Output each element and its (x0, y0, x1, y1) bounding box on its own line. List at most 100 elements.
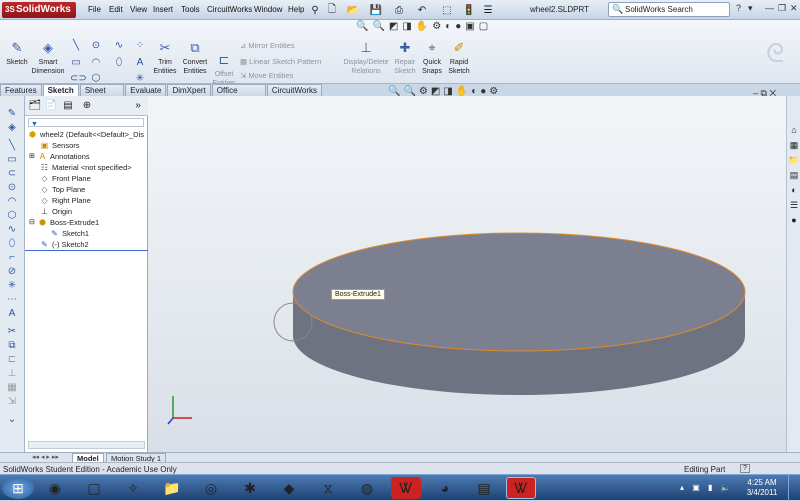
polygon-tool-icon[interactable]: ⬡ (4, 210, 20, 222)
point-tool-icon[interactable]: ✳ (4, 280, 20, 292)
design-library-icon[interactable]: ▦ (788, 139, 800, 151)
minimize-icon[interactable]: — (765, 3, 774, 13)
show-desktop-button[interactable] (788, 475, 800, 501)
tab-sheet-metal[interactable]: Sheet Metal (79, 84, 125, 104)
line-icon[interactable]: ╲ (70, 40, 82, 51)
tree-item-sensors[interactable]: ▣ Sensors (39, 140, 80, 151)
dimension-tool-icon[interactable]: ◈ (4, 122, 20, 134)
resources-icon[interactable]: ⌂ (788, 124, 800, 136)
trim-tool-icon[interactable]: ✂ (4, 326, 20, 338)
tree-item-right-plane[interactable]: ◇ Right Plane (39, 195, 90, 206)
help-dropdown-icon[interactable]: ▾ (748, 3, 753, 14)
options-icon[interactable]: ☰ (481, 3, 495, 17)
move-entities-button[interactable]: ⇲ Move Entities (240, 71, 293, 80)
tree-item-sketch1[interactable]: ✎ Sketch1 (49, 228, 89, 239)
firefox-taskbar-icon[interactable]: ◕ (430, 477, 460, 499)
menu-insert[interactable]: Insert (153, 5, 173, 14)
tree-item-material[interactable]: ☷ Material <not specified> (39, 162, 132, 173)
expand-icon[interactable]: ⊞ (29, 151, 37, 162)
file-explorer-icon[interactable]: 📁 (788, 154, 800, 166)
configuration-manager-tab-icon[interactable]: ▤ (61, 99, 75, 113)
start-button-icon[interactable]: ⊞ (2, 477, 34, 499)
text-tool-icon[interactable]: A (4, 308, 20, 320)
quick-snaps-button[interactable]: ⌖ Quick Snaps (420, 40, 444, 76)
rectangle-icon[interactable]: ▭ (70, 57, 82, 68)
pin-icon[interactable]: ⚲ (308, 3, 322, 17)
repair-sketch-button[interactable]: ✚ Repair Sketch (392, 40, 418, 76)
convert-tool-icon[interactable]: ⧉ (4, 340, 20, 352)
tab-features[interactable]: Features (0, 84, 42, 96)
tree-item-annotations[interactable]: ⊞ A Annotations (29, 151, 90, 162)
ellipse-icon[interactable]: ⬯ (113, 57, 125, 68)
view-palette-icon[interactable]: ▤ (788, 169, 800, 181)
tray-icons[interactable]: ▴ ▣ ▮ 🔈 (680, 483, 734, 492)
expand-toolbar-icon[interactable]: ⌄ (4, 414, 20, 426)
tree-item-top-plane[interactable]: ◇ Top Plane (39, 184, 85, 195)
collapse-icon[interactable]: ⊟ (29, 217, 37, 228)
app-red-taskbar-icon[interactable]: ✱ (235, 477, 265, 499)
save-icon[interactable]: 💾 (369, 3, 383, 17)
linear-sketch-pattern-button[interactable]: ▦ Linear Sketch Pattern (240, 57, 321, 66)
spline-icon[interactable]: ∿ (113, 40, 125, 51)
tree-item-boss-extrude[interactable]: ⊟ ⬢ Boss-Extrude1 (29, 217, 99, 228)
restore-icon[interactable]: ❐ (778, 3, 786, 14)
menu-tools[interactable]: Tools (181, 5, 200, 14)
line-tool-icon[interactable]: ╲ (4, 140, 20, 152)
mirror-entities-button[interactable]: ⊿ Mirror Entities (240, 41, 295, 50)
print-icon[interactable]: ⎙ (392, 3, 406, 17)
part-model[interactable] (148, 96, 786, 452)
tree-filter-input[interactable]: ▼ (28, 118, 144, 128)
solidworks-logo[interactable]: 3S SolidWorks (2, 2, 76, 18)
slot-icon[interactable]: ⊂⊃ (70, 73, 87, 84)
point-icon[interactable]: ✳ (134, 73, 146, 84)
centerline-tool-icon[interactable]: ⋯ (4, 294, 20, 306)
rebuild-icon[interactable]: 🚦 (462, 3, 476, 17)
display-delete-relations-button[interactable]: ⊥ Display/Delete Relations (343, 40, 388, 76)
appearances-icon[interactable]: ◐ (788, 184, 800, 196)
app-lens-taskbar-icon[interactable]: ◍ (352, 477, 382, 499)
app-window-taskbar-icon[interactable]: ▤ (469, 477, 499, 499)
circle-tool-icon[interactable]: ⊙ (4, 182, 20, 194)
slot-tool-icon[interactable]: ⊂ (4, 168, 20, 180)
solidworks-taskbar-icon[interactable]: Ꮤ (391, 477, 421, 499)
tab-evaluate[interactable]: Evaluate (125, 84, 167, 96)
view-toolbar-icons[interactable]: 🔍🔍◩◨✋⚙◐●▣▢ (356, 21, 492, 32)
app-diamond-taskbar-icon[interactable]: ◆ (274, 477, 304, 499)
tree-item-origin[interactable]: ⊥ Origin (39, 206, 72, 217)
arc-icon[interactable]: ◠ (90, 57, 102, 68)
plane-tool-icon[interactable]: ⊘ (4, 266, 20, 278)
tab-dimxpert[interactable]: DimXpert (167, 84, 211, 96)
forum-icon[interactable]: ● (788, 214, 800, 226)
circle-icon[interactable]: ⊙ (90, 40, 102, 51)
point-grid-icon[interactable]: ⁘ (134, 40, 146, 51)
sketch-button[interactable]: ✎ Sketch (4, 40, 30, 67)
graphics-area[interactable]: 🔍🔍⚙◩◨✋◐●⚙ – ⧉ ✕ Boss-Extrude1 (148, 86, 786, 452)
menu-circuitworks[interactable]: CircuitWorks (207, 5, 252, 14)
expand-panel-icon[interactable]: » (131, 99, 145, 113)
new-document-icon[interactable]: 🗋 (325, 3, 339, 17)
menu-file[interactable]: File (88, 5, 101, 14)
menu-edit[interactable]: Edit (109, 5, 123, 14)
menu-view[interactable]: View (130, 5, 147, 14)
undo-icon[interactable]: ↶ (415, 3, 429, 17)
fillet-tool-icon[interactable]: ⌐ (4, 252, 20, 264)
trim-entities-button[interactable]: ✂ Trim Entities (152, 40, 178, 76)
convert-entities-button[interactable]: ⧉ Convert Entities (180, 40, 210, 76)
solidworks-active-taskbar-icon[interactable]: Ꮤ (506, 477, 536, 499)
smart-dimension-button[interactable]: ◈ Smart Dimension (30, 40, 66, 76)
open-icon[interactable]: 📂 (346, 3, 360, 17)
menu-help[interactable]: Help (288, 5, 304, 14)
relations-tool-icon[interactable]: ⊥ (4, 368, 20, 380)
clock[interactable]: 4:25 AM 3/4/2011 (742, 478, 782, 498)
panel-scrollbar[interactable] (28, 441, 145, 449)
offset-entities-button[interactable]: ⊏Offset Entities (210, 52, 238, 88)
folder-taskbar-icon[interactable]: 📁 (157, 477, 187, 499)
menu-window[interactable]: Window (254, 5, 282, 14)
search-input[interactable]: 🔍 SolidWorks Search (608, 2, 730, 17)
property-manager-tab-icon[interactable]: 📄 (44, 99, 58, 113)
tab-office-products[interactable]: Office Products (211, 84, 266, 104)
explorer-taskbar-icon[interactable]: ▢ (79, 477, 109, 499)
rapid-sketch-button[interactable]: ✐ Rapid Sketch (446, 40, 472, 76)
move-tool-icon[interactable]: ⇲ (4, 396, 20, 408)
spotlight-taskbar-icon[interactable]: ✧ (118, 477, 148, 499)
